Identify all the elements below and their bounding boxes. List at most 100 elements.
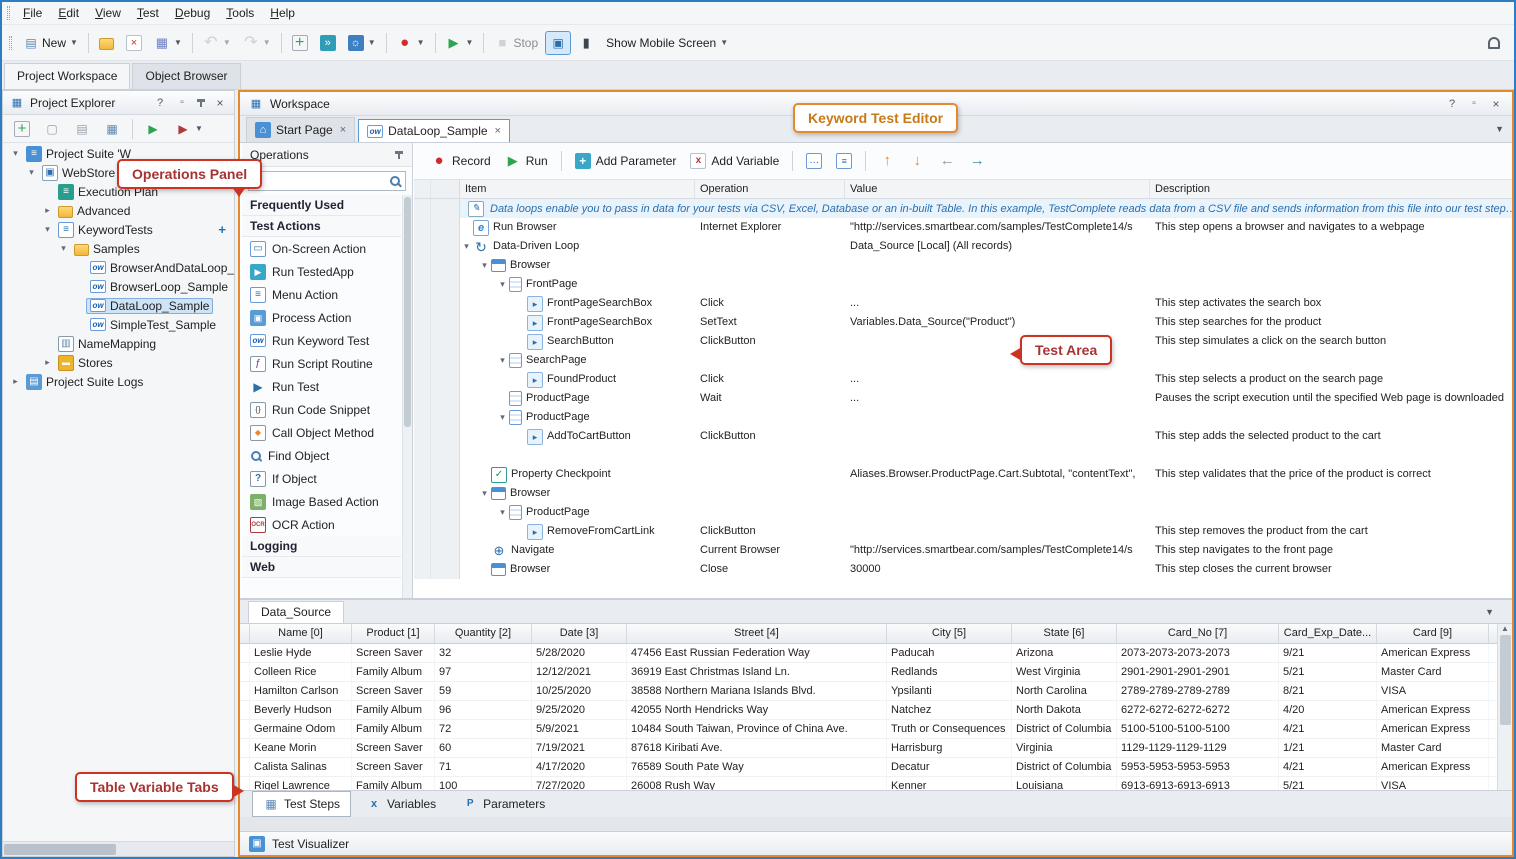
new-button[interactable]: ▤New▼ — [18, 31, 83, 55]
tree-item-simpletest-sample[interactable]: owSimpleTest_Sample — [3, 315, 234, 334]
expander-icon[interactable]: ▾ — [25, 167, 38, 178]
chevron-down-icon[interactable]: ▼ — [70, 38, 78, 47]
chevron-down-icon[interactable]: ▼ — [466, 38, 474, 47]
operations-scrollbar-thumb[interactable] — [404, 197, 411, 427]
undo-button[interactable]: ↶▼ — [198, 31, 236, 55]
chevron-down-icon[interactable]: ▼ — [263, 38, 271, 47]
add-variable-button[interactable]: xAdd Variable — [685, 149, 784, 173]
operation-find-object[interactable]: Find Object — [242, 444, 401, 467]
import-project-button[interactable]: » — [315, 31, 341, 55]
menu-view[interactable]: View — [87, 3, 129, 23]
tab-project-workspace[interactable]: Project Workspace — [4, 63, 130, 89]
close-icon[interactable]: × — [495, 125, 501, 137]
ds-row-hamilton-carlson[interactable]: Hamilton CarlsonScreen Saver5910/25/2020… — [240, 682, 1497, 701]
grid-column-description[interactable]: Description — [1150, 180, 1512, 198]
indent-button[interactable]: → — [964, 149, 990, 173]
tree-item-browserloop-sample[interactable]: owBrowserLoop_Sample — [3, 277, 234, 296]
tree-item-stores[interactable]: ▸▬Stores — [3, 353, 234, 372]
grid-column-item[interactable]: Item — [460, 180, 695, 198]
operation-menu-action[interactable]: ≡Menu Action — [242, 283, 401, 306]
grid-info-row[interactable]: ✎Data loops enable you to pass in data f… — [414, 199, 1512, 218]
grid-row-frontpagesearchbox[interactable]: ▸FrontPageSearchBoxSetTextVariables.Data… — [414, 313, 1512, 332]
expander-icon[interactable]: ▾ — [496, 503, 509, 522]
expander-icon[interactable]: ▾ — [9, 148, 22, 159]
tab-list-chevron-icon[interactable]: ▼ — [1495, 124, 1504, 134]
tree-item-dataloop-sample[interactable]: owDataLoop_Sample — [3, 296, 234, 315]
edit-comment-button[interactable]: … — [801, 149, 827, 173]
menu-debug[interactable]: Debug — [167, 3, 218, 23]
grid-row-property-checkpoint[interactable]: ✓Property CheckpointAliases.Browser.Prod… — [414, 465, 1512, 484]
tab-parameters[interactable]: PParameters — [451, 791, 556, 817]
open-item-button[interactable]: ▤ — [69, 117, 95, 141]
autohide-pin-icon[interactable] — [196, 98, 206, 108]
close-icon[interactable]: × — [340, 124, 346, 136]
grid-row-removefromcartlink[interactable]: ▸RemoveFromCartLinkClickButtonThis step … — [414, 522, 1512, 541]
grid-row-browser[interactable]: ▾Browser — [414, 484, 1512, 503]
expander-icon[interactable]: ▾ — [478, 256, 491, 275]
operation-run-code-snippet[interactable]: {}Run Code Snippet — [242, 398, 401, 421]
tab-test-steps[interactable]: ▦Test Steps — [252, 791, 351, 817]
ds-column-product-1[interactable]: Product [1] — [352, 624, 435, 643]
float-icon[interactable]: ▫ — [174, 95, 190, 111]
doc-tab-start-page[interactable]: ⌂Start Page× — [246, 117, 355, 142]
operation-run-script-routine[interactable]: ƒRun Script Routine — [242, 352, 401, 375]
add-parameter-button[interactable]: +Add Parameter — [570, 149, 682, 173]
chevron-down-icon[interactable]: ▼ — [195, 124, 203, 133]
add-keyword-test-button[interactable]: + — [218, 222, 226, 237]
stop-button[interactable]: ■Stop — [489, 31, 543, 55]
show-mobile-screen-button[interactable]: Show Mobile Screen▼ — [601, 32, 733, 54]
operation-run-keyword-test[interactable]: owRun Keyword Test — [242, 329, 401, 352]
tree-item-namemapping[interactable]: ▥NameMapping — [3, 334, 234, 353]
doc-tab-dataloop-sample[interactable]: owDataLoop_Sample× — [358, 119, 510, 142]
grid-column-value[interactable]: Value — [845, 180, 1150, 198]
bell-icon[interactable] — [1488, 37, 1500, 49]
operations-search-input[interactable] — [253, 175, 385, 187]
ds-row-leslie-hyde[interactable]: Leslie HydeScreen Saver325/28/202047456 … — [240, 644, 1497, 663]
tree-item-advanced[interactable]: ▸Advanced — [3, 201, 234, 220]
operation-on-screen-action[interactable]: ▭On-Screen Action — [242, 237, 401, 260]
ds-column-quantity-2[interactable]: Quantity [2] — [435, 624, 532, 643]
menubar-grip[interactable] — [7, 6, 10, 20]
operation-run-test[interactable]: ▶Run Test — [242, 375, 401, 398]
ds-row-germaine-odom[interactable]: Germaine OdomFamily Album725/9/202110484… — [240, 720, 1497, 739]
scroll-up-icon[interactable]: ▲ — [1501, 624, 1509, 633]
record-button[interactable]: ●Record — [426, 149, 496, 173]
grid-row-frontpagesearchbox[interactable]: ▸FrontPageSearchBoxClick...This step act… — [414, 294, 1512, 313]
grid-row-run-browser[interactable]: eRun BrowserInternet Explorer"http://ser… — [414, 218, 1512, 237]
test-visualizer-bar[interactable]: ▣ Test Visualizer — [240, 831, 1512, 855]
run-selected-button[interactable]: ▶ — [140, 117, 166, 141]
operation-if-object[interactable]: ?If Object — [242, 467, 401, 490]
move-up-button[interactable]: ↑ — [874, 149, 900, 173]
expander-icon[interactable]: ▾ — [41, 224, 54, 235]
chevron-down-icon[interactable]: ▼ — [1485, 607, 1494, 617]
operation-image-based-action[interactable]: ▨Image Based Action — [242, 490, 401, 513]
grid-row-addtocartbutton[interactable]: ▸AddToCartButtonClickButtonThis step add… — [414, 427, 1512, 446]
pin-icon[interactable] — [394, 150, 404, 160]
edit-description-button[interactable]: ≡ — [831, 149, 857, 173]
add-item-button[interactable]: + — [9, 117, 35, 141]
ds-column-street-4[interactable]: Street [4] — [627, 624, 887, 643]
expander-icon[interactable]: ▾ — [57, 243, 70, 254]
grid-row-frontpage[interactable]: ▾FrontPage — [414, 275, 1512, 294]
menu-help[interactable]: Help — [262, 3, 303, 23]
project-explorer-hscrollbar[interactable] — [3, 841, 234, 856]
mobile-screen-button[interactable]: ▮ — [573, 31, 599, 55]
close-icon[interactable]: × — [212, 95, 228, 111]
menu-edit[interactable]: Edit — [50, 3, 87, 23]
operations-scrollbar[interactable] — [402, 195, 412, 598]
expander-icon[interactable]: ▸ — [9, 376, 22, 387]
grid-row-browser[interactable]: ▾Browser — [414, 256, 1512, 275]
save-all-button[interactable]: ▦▼ — [149, 31, 187, 55]
organize-panels-button[interactable]: ▦ — [99, 117, 125, 141]
toolbar-grip[interactable] — [9, 36, 12, 50]
ds-row-rigel-lawrence[interactable]: Rigel LawrenceFamily Album1007/27/202026… — [240, 777, 1497, 790]
operation-process-action[interactable]: ▣Process Action — [242, 306, 401, 329]
chevron-down-icon[interactable]: ▼ — [417, 38, 425, 47]
expander-icon[interactable]: ▾ — [496, 275, 509, 294]
ds-column-date-3[interactable]: Date [3] — [532, 624, 627, 643]
chevron-down-icon[interactable]: ▼ — [223, 38, 231, 47]
grid-row-productpage[interactable]: ▾ProductPage — [414, 503, 1512, 522]
run-with-options-button[interactable]: ▶▼ — [170, 117, 208, 141]
grid-row-navigate[interactable]: ⊕NavigateCurrent Browser"http://services… — [414, 541, 1512, 560]
outdent-button[interactable]: ← — [934, 149, 960, 173]
